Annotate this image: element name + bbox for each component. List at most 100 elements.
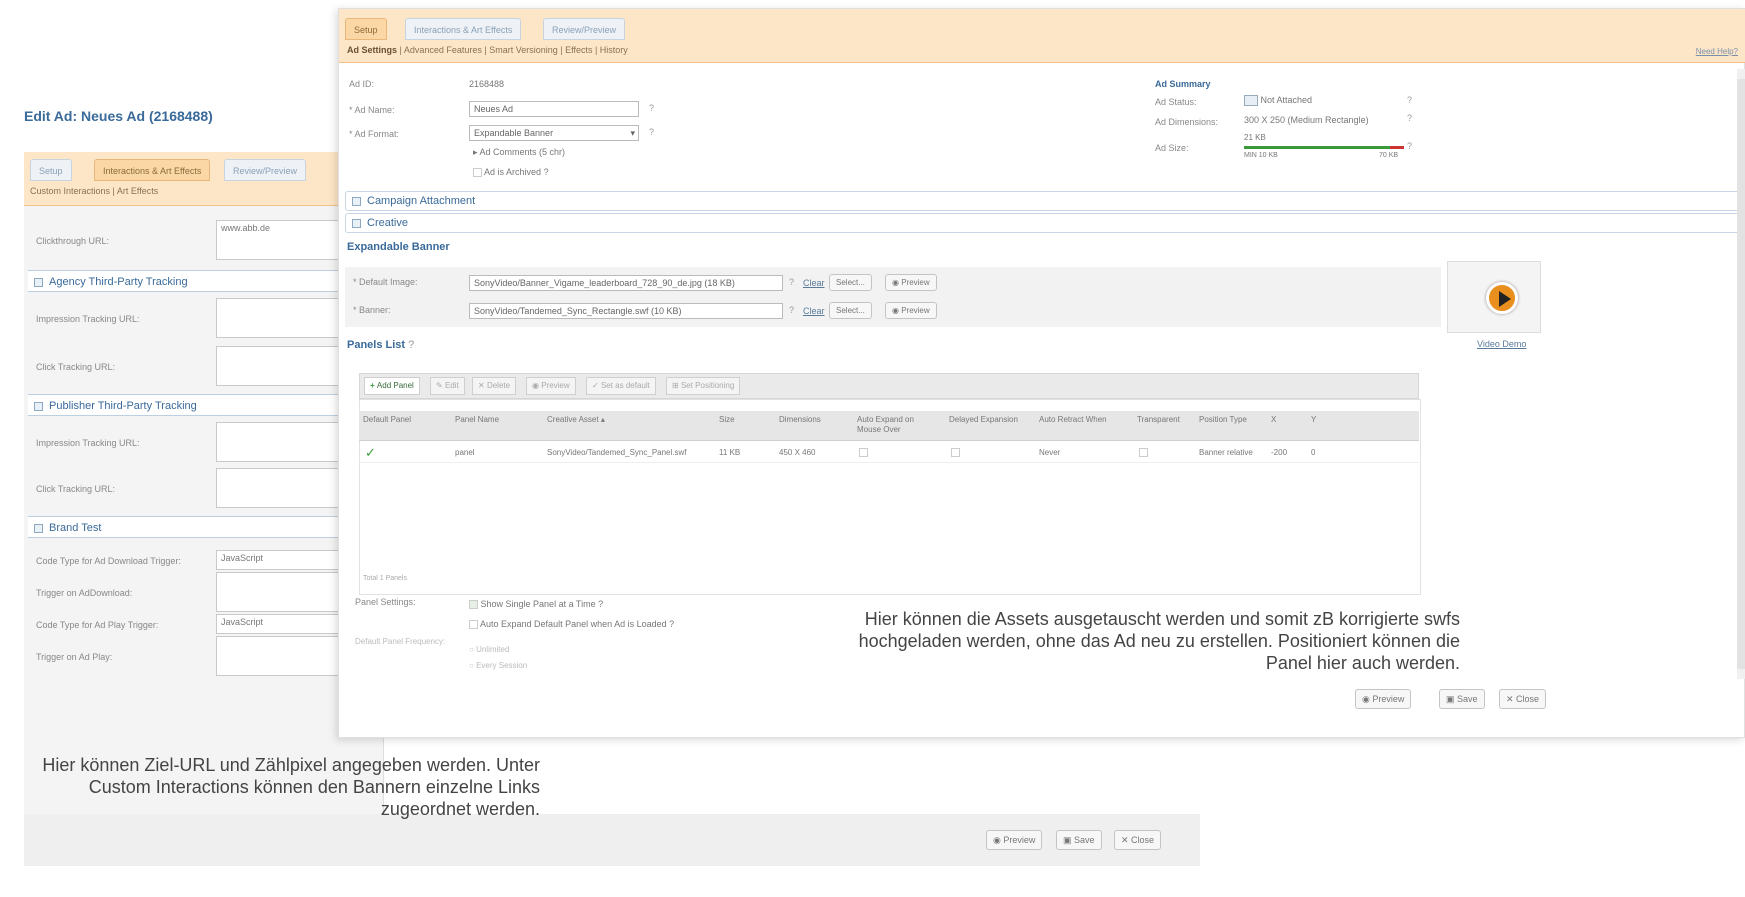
row-position-type: Banner relative	[1199, 448, 1253, 457]
banner-select-button[interactable]: Select...	[829, 302, 872, 319]
help-icon[interactable]: ?	[669, 619, 674, 629]
scrollbar-thumb[interactable]	[1737, 79, 1745, 669]
add-panel-button[interactable]: + Add Panel	[364, 377, 420, 395]
col-size[interactable]: Size	[719, 415, 735, 425]
col-y[interactable]: Y	[1311, 415, 1316, 425]
check-icon: ✓	[592, 381, 601, 390]
subnav-ad-settings[interactable]: Ad Settings	[347, 45, 397, 55]
archived-checkbox[interactable]: Ad is Archived ?	[473, 167, 549, 178]
video-demo-thumbnail[interactable]	[1447, 261, 1541, 333]
banner-preview-button[interactable]: ◉ Preview	[885, 302, 937, 319]
help-icon[interactable]: ?	[1407, 113, 1412, 123]
help-icon[interactable]: ?	[649, 103, 654, 113]
ad-format-label: * Ad Format:	[349, 129, 400, 139]
code-play-label: Code Type for Ad Play Trigger:	[36, 620, 159, 630]
edit-panel-button[interactable]: ✎ Edit	[430, 377, 465, 395]
set-default-button[interactable]: ✓ Set as default	[586, 377, 656, 395]
front-preview-button[interactable]: ◉ Preview	[1355, 689, 1412, 709]
front-subnav: Ad Settings | Advanced Features | Smart …	[347, 45, 628, 55]
default-image-input[interactable]: SonyVideo/Banner_Vigame_leaderboard_728_…	[469, 275, 783, 291]
default-image-preview-button[interactable]: ◉ Preview	[885, 274, 937, 291]
back-save-button[interactable]: ▣ Save	[1056, 830, 1102, 850]
col-position-type[interactable]: Position Type	[1199, 415, 1247, 425]
banner-input[interactable]: SonyVideo/Tandemed_Sync_Rectangle.swf (1…	[469, 303, 783, 319]
row-auto-expand-checkbox[interactable]	[859, 448, 868, 457]
preview-panel-button[interactable]: ◉ Preview	[526, 377, 576, 395]
row-transparent-checkbox[interactable]	[1139, 448, 1148, 457]
radio-icon: ○	[469, 645, 477, 654]
delete-panel-button[interactable]: ✕ Delete	[472, 377, 517, 395]
panel-settings-label: Panel Settings:	[355, 597, 416, 607]
back-close-button[interactable]: ✕ Close	[1114, 830, 1162, 850]
tab-review[interactable]: Review/Preview	[543, 18, 626, 40]
row-delayed-expansion-checkbox[interactable]	[951, 448, 960, 457]
subnav-other-links[interactable]: | Advanced Features | Smart Versioning |…	[397, 45, 628, 55]
agency-tracking-section[interactable]: Agency Third-Party Tracking	[28, 270, 382, 292]
back-tab-setup[interactable]: Setup	[30, 159, 72, 181]
ad-format-select[interactable]: Expandable Banner ▾	[469, 125, 639, 141]
help-icon[interactable]: ?	[1407, 141, 1412, 151]
save-icon: ▣	[1446, 694, 1458, 704]
col-default-panel[interactable]: Default Panel	[363, 415, 411, 425]
row-creative-asset: SonyVideo/Tandemed_Sync_Panel.swf	[547, 448, 687, 457]
col-x[interactable]: X	[1271, 415, 1276, 425]
help-icon[interactable]: ?	[649, 127, 654, 137]
banner-clear-link[interactable]: Clear	[803, 306, 825, 316]
default-frequency-label: Default Panel Frequency:	[355, 637, 446, 646]
front-tab-bar: Setup Interactions & Art Effects Review/…	[339, 9, 1745, 63]
panel-count: Total 1 Panels	[363, 575, 407, 582]
back-tab-review[interactable]: Review/Preview	[224, 159, 307, 181]
col-transparent[interactable]: Transparent	[1137, 415, 1180, 425]
default-image-clear-link[interactable]: Clear	[803, 278, 825, 288]
help-icon[interactable]: ?	[789, 305, 794, 315]
annotation-left: Hier können Ziel-URL und Zählpixel angeg…	[42, 755, 540, 819]
auto-expand-default-label: Auto Expand Default Panel when Ad is Loa…	[480, 619, 667, 629]
expand-icon	[34, 401, 43, 411]
show-single-panel-checkbox[interactable]: Show Single Panel at a Time ?	[469, 599, 603, 610]
checkbox-icon	[473, 168, 482, 178]
set-positioning-button[interactable]: ⊞ Set Positioning	[666, 377, 741, 395]
show-single-panel-label: Show Single Panel at a Time	[480, 599, 596, 609]
col-delayed-expansion[interactable]: Delayed Expansion	[949, 415, 1018, 425]
back-subnav[interactable]: Custom Interactions | Art Effects	[30, 186, 158, 196]
creative-section[interactable]: Creative	[345, 213, 1741, 233]
col-panel-name[interactable]: Panel Name	[455, 415, 499, 425]
tab-setup[interactable]: Setup	[345, 18, 387, 40]
publisher-section-title: Publisher Third-Party Tracking	[49, 400, 197, 412]
help-icon[interactable]: ?	[408, 339, 414, 351]
vertical-scrollbar[interactable]	[1737, 69, 1745, 679]
help-icon[interactable]: ?	[1407, 95, 1412, 105]
tab-interactions[interactable]: Interactions & Art Effects	[405, 18, 522, 40]
brand-test-section[interactable]: Brand Test	[28, 516, 382, 538]
col-auto-retract[interactable]: Auto Retract When	[1039, 415, 1107, 425]
back-tab-interactions[interactable]: Interactions & Art Effects	[94, 159, 211, 181]
every-session-radio[interactable]: ○ Every Session	[469, 661, 527, 670]
play-icon	[1486, 282, 1518, 314]
campaign-section-title: Campaign Attachment	[367, 195, 476, 207]
help-icon[interactable]: ?	[598, 599, 603, 609]
table-row[interactable]: ✓ panel SonyVideo/Tandemed_Sync_Panel.sw…	[359, 443, 1419, 463]
ad-name-input[interactable]: Neues Ad	[469, 101, 639, 117]
back-preview-button[interactable]: ◉ Preview	[986, 830, 1043, 850]
impression-tracking-label: Impression Tracking URL:	[36, 314, 140, 324]
video-demo-link[interactable]: Video Demo	[1477, 339, 1526, 349]
front-close-button[interactable]: ✕ Close	[1499, 689, 1547, 709]
ad-comments-toggle[interactable]: ▸ Ad Comments (5 chr)	[473, 147, 565, 158]
need-help-link[interactable]: Need Help?	[1696, 47, 1738, 56]
campaign-attachment-section[interactable]: Campaign Attachment	[345, 191, 1741, 211]
default-image-select-button[interactable]: Select...	[829, 274, 872, 291]
unlimited-radio[interactable]: ○ Unlimited	[469, 645, 509, 654]
back-close-label: Close	[1131, 835, 1155, 845]
help-icon[interactable]: ?	[544, 167, 549, 177]
set-positioning-label: Set Positioning	[680, 381, 735, 390]
help-icon[interactable]: ?	[789, 277, 794, 287]
col-creative-asset[interactable]: Creative Asset ▴	[547, 415, 605, 425]
preview-panel-label: Preview	[541, 381, 570, 390]
col-auto-expand[interactable]: Auto Expand on Mouse Over	[857, 415, 937, 435]
auto-expand-default-checkbox[interactable]: Auto Expand Default Panel when Ad is Loa…	[469, 619, 674, 630]
ad-size-value: 21 KB	[1244, 133, 1266, 142]
front-save-button[interactable]: ▣ Save	[1439, 689, 1485, 709]
col-dimensions[interactable]: Dimensions	[779, 415, 821, 425]
publisher-tracking-section[interactable]: Publisher Third-Party Tracking	[28, 394, 382, 416]
row-y: 0	[1311, 448, 1316, 457]
